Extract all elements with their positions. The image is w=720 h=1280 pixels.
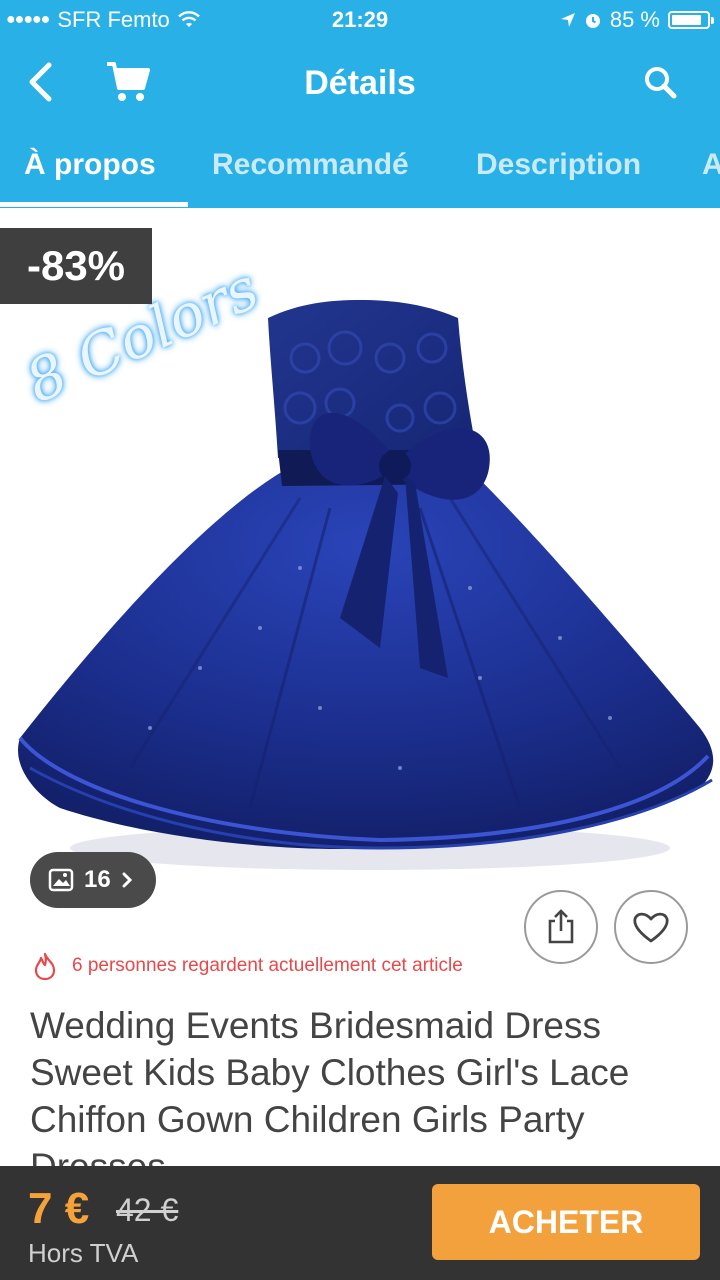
buy-button[interactable]: ACHETER (432, 1184, 700, 1260)
heart-icon (633, 912, 669, 943)
battery-fill (672, 15, 701, 25)
purchase-bar: 7 € 42 € Hors TVA ACHETER (0, 1166, 720, 1280)
nav-bar: Détails (0, 40, 720, 126)
discount-badge: -83% (0, 228, 152, 304)
tab-a-propos[interactable]: À propos (24, 148, 156, 182)
product-title: Wedding Events Bridesmaid Dress Sweet Ki… (30, 1005, 630, 1187)
image-icon (48, 868, 74, 892)
gallery-count-button[interactable]: 16 (30, 852, 156, 908)
tab-more[interactable]: A (702, 148, 720, 182)
watchers-row: 6 personnes regardent actuellement cet a… (32, 952, 463, 980)
battery-percent: 85 % (609, 7, 660, 32)
fire-icon (34, 952, 56, 980)
favorite-button[interactable] (614, 890, 688, 964)
status-right: 85 % (560, 7, 714, 33)
share-icon (548, 909, 574, 944)
watchers-text: 6 personnes regardent actuellement cet a… (72, 955, 463, 976)
search-button[interactable] (632, 54, 688, 110)
current-price: 7 € (28, 1184, 90, 1233)
active-tab-indicator (0, 202, 188, 207)
page-title: Détails (304, 64, 416, 102)
gallery-count: 16 (84, 866, 111, 893)
tab-description[interactable]: Description (476, 148, 641, 182)
share-button[interactable] (524, 890, 598, 964)
battery-icon (668, 11, 714, 29)
tax-note: Hors TVA (28, 1238, 139, 1268)
tab-recommande[interactable]: Recommandé (212, 148, 409, 182)
chevron-right-icon (122, 872, 132, 888)
status-bar: ●●●●● SFR Femto 21:29 85 % (0, 0, 720, 40)
search-icon (645, 67, 677, 99)
location-arrow-icon (560, 13, 575, 27)
tab-bar: À propos Recommandé Description A (0, 126, 720, 208)
alarm-icon (585, 14, 600, 28)
original-price: 42 € (116, 1192, 179, 1228)
